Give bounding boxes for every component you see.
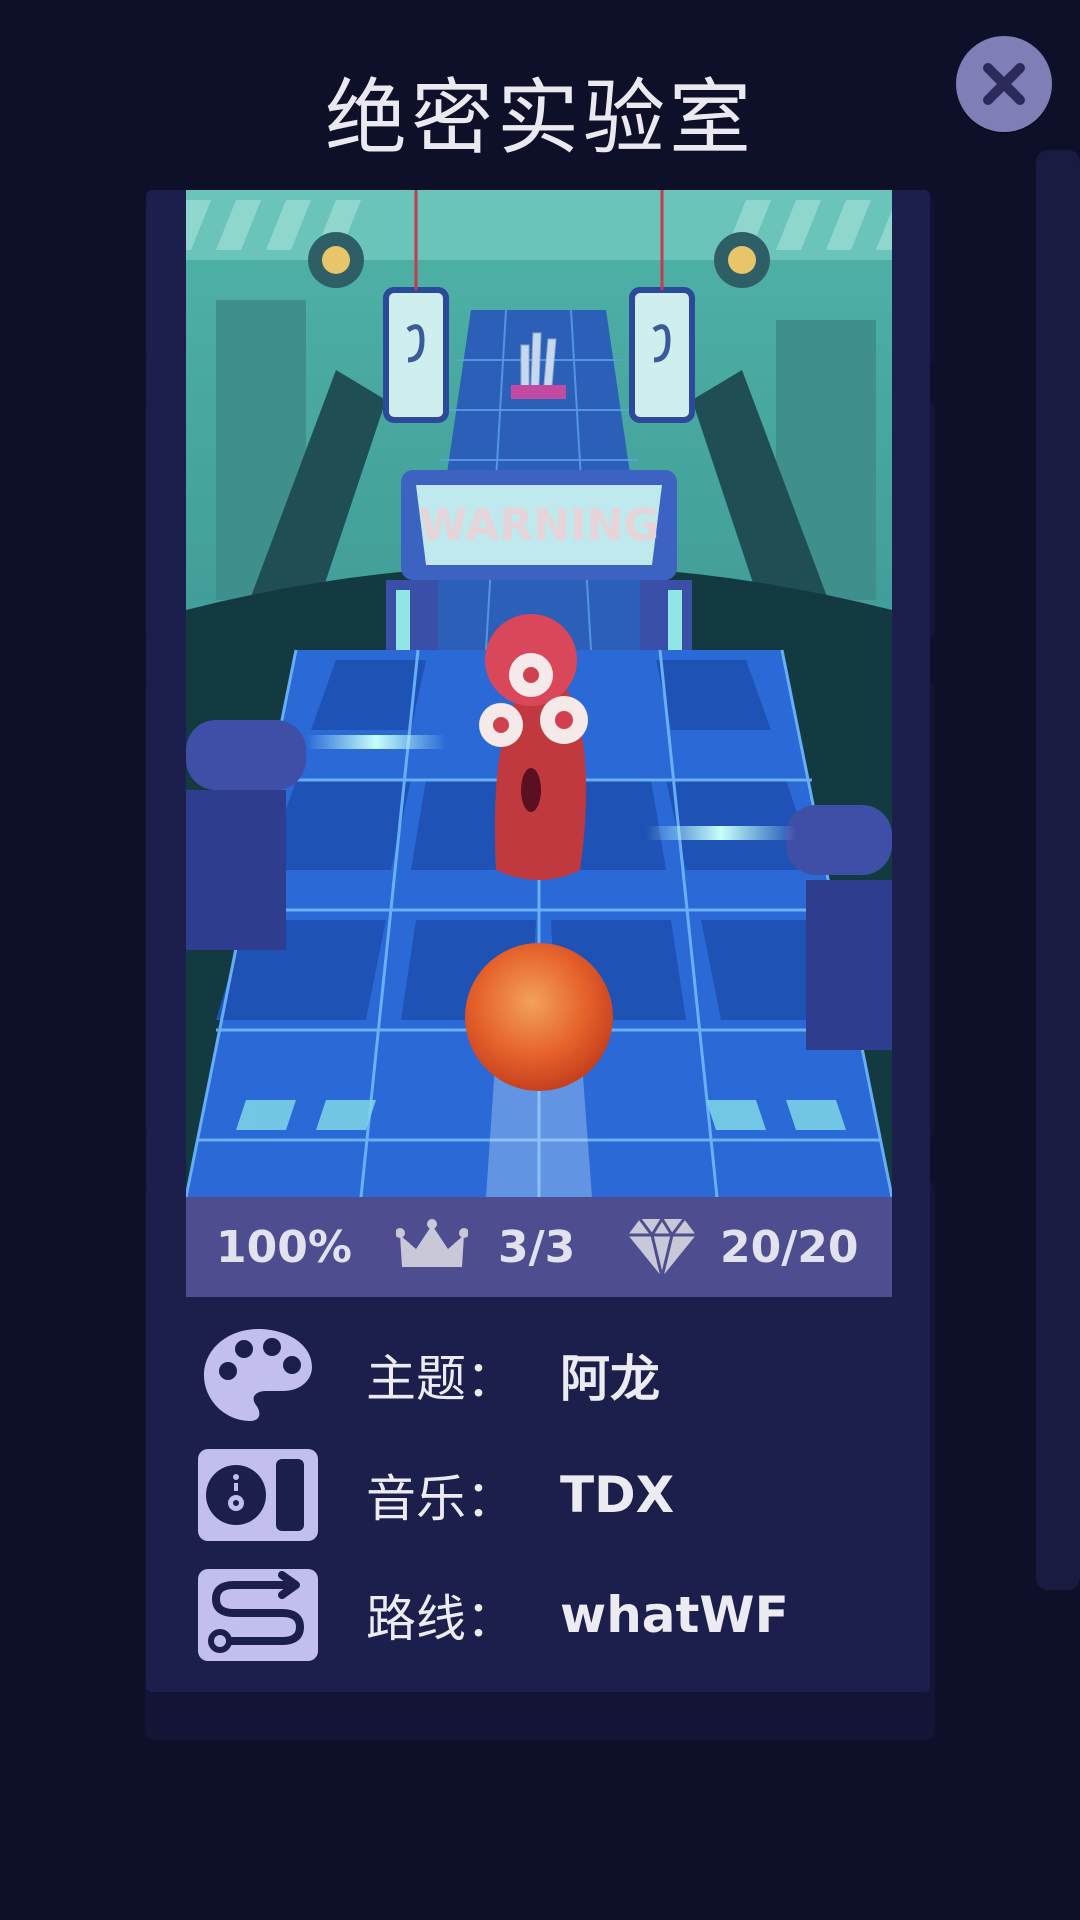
music-label: 音乐： <box>366 1470 516 1528</box>
level-stats-bar: 100% 3/3 20/20 <box>186 1197 892 1297</box>
crown-count: 3/3 <box>498 1221 576 1273</box>
crown-icon <box>396 1219 468 1267</box>
level-title: 绝密实验室 <box>324 71 755 166</box>
diamond-icon <box>628 1216 696 1278</box>
close-icon <box>983 63 1025 105</box>
warning-sign-text: WARNING <box>419 500 660 551</box>
info-row-music: 音乐： TDX <box>196 1445 674 1545</box>
route-label: 路线： <box>366 1590 516 1648</box>
route-value: whatWF <box>560 1586 789 1644</box>
level-preview-image: WARNING <box>186 190 892 1197</box>
theme-label: 主题： <box>366 1350 516 1408</box>
background-scroll-panel <box>1036 150 1080 1590</box>
gem-count: 20/20 <box>720 1221 859 1273</box>
info-row-theme: 主题： 阿龙 <box>196 1325 660 1425</box>
music-value: TDX <box>560 1466 675 1524</box>
palette-icon <box>196 1325 320 1425</box>
music-icon <box>196 1445 320 1545</box>
route-icon <box>196 1565 320 1665</box>
theme-value: 阿龙 <box>560 1350 660 1408</box>
progress-percent: 100% <box>216 1221 352 1273</box>
level-detail-card: WARNING 100% 3/3 20/20 主题： 阿龙 音乐： TDX 路线… <box>146 190 930 1692</box>
close-button[interactable] <box>956 36 1052 132</box>
info-row-route: 路线： whatWF <box>196 1565 789 1665</box>
